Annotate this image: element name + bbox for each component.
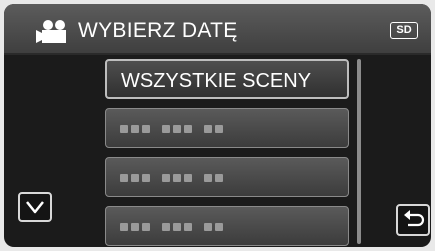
date-placeholder xyxy=(120,223,223,231)
camera-screen: WYBIERZ DATĘ SD WSZYSTKIE SCENY xyxy=(4,4,431,247)
header-bar: WYBIERZ DATĘ SD xyxy=(4,4,431,55)
scrollbar[interactable] xyxy=(357,59,361,244)
return-arrow-icon xyxy=(404,210,425,227)
video-camera-icon xyxy=(36,20,66,43)
back-button[interactable] xyxy=(396,204,430,236)
list-item-date[interactable] xyxy=(105,157,349,197)
list-item-label: WSZYSTKIE SCENY xyxy=(121,70,312,92)
page-title: WYBIERZ DATĘ xyxy=(78,19,238,42)
date-placeholder xyxy=(120,125,223,133)
sd-card-badge: SD xyxy=(390,22,418,39)
date-placeholder xyxy=(120,174,223,182)
list-item-date[interactable] xyxy=(105,206,349,246)
list-item-date[interactable] xyxy=(105,108,349,148)
list-item-all-scenes[interactable]: WSZYSTKIE SCENY xyxy=(105,59,349,99)
scroll-down-button[interactable] xyxy=(18,192,52,222)
chevron-down-icon xyxy=(26,201,44,214)
